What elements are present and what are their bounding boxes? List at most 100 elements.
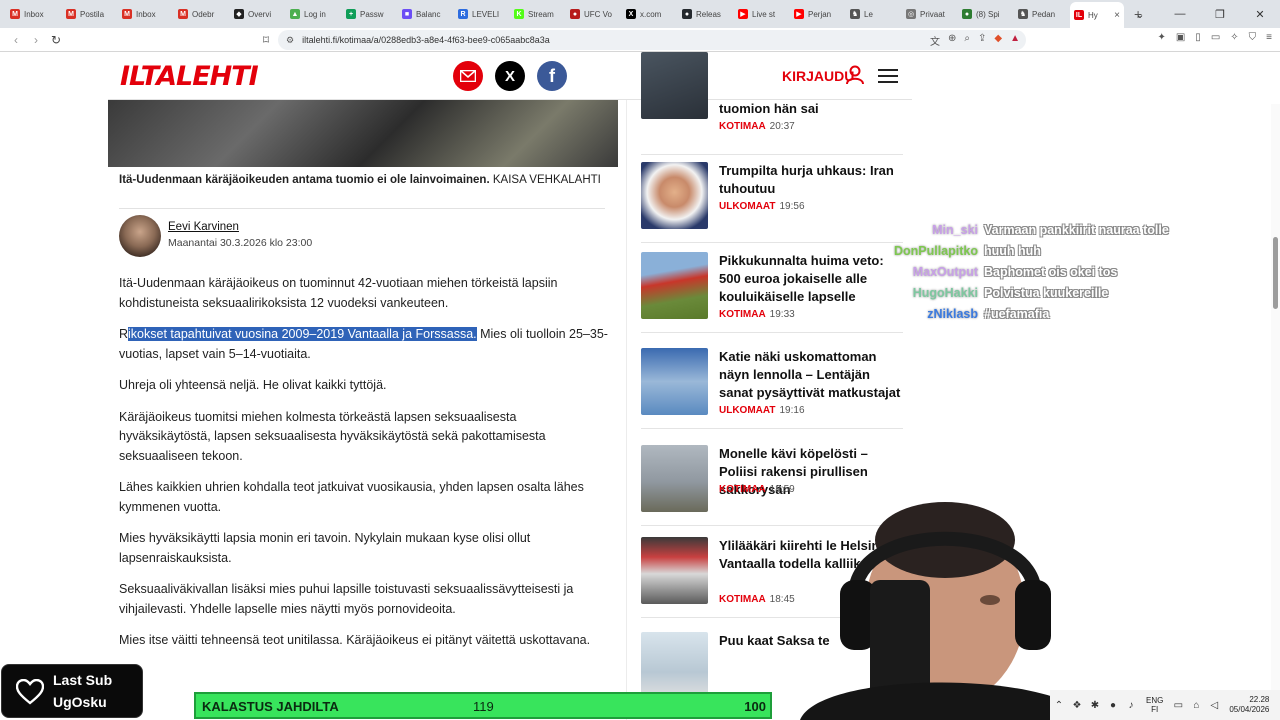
forward-icon[interactable]: › [26,33,46,47]
maximize-button[interactable]: ❐ [1200,8,1240,21]
news-thumbnail[interactable] [641,252,708,319]
browser-tab[interactable]: ● Releas [678,3,734,25]
news-category[interactable]: KOTIMAA [719,594,766,605]
wallet-icon[interactable]: ▭ [1211,32,1220,43]
tab-search-icon[interactable]: ⌄ [1120,8,1160,21]
clock[interactable]: 22.28 05/04/2026 [1229,695,1269,715]
news-category[interactable]: KOTIMAA [719,309,766,320]
chat-username: Min_ski [932,223,978,237]
news-thumbnail[interactable] [641,537,708,604]
volume-icon[interactable]: ◁ [1205,700,1223,711]
chat-message: DonPullapitko huuh huh [870,244,1270,265]
news-title[interactable]: Trumpilta hurja uhkaus: Iran tuhoutuu [719,162,903,198]
news-meta: KOTIMAA 19:33 [719,309,795,320]
site-logo[interactable]: ILTALEHTI [120,61,259,92]
news-category[interactable]: ULKOMAAT [719,405,775,416]
browser-tab[interactable]: + Passw [342,3,398,25]
bookmark-icon[interactable]: ⌑ [256,33,276,47]
facebook-share-icon[interactable]: f [537,61,567,91]
image-caption: Itä-Uudenmaan käräjäoikeuden antama tuom… [119,174,609,186]
browser-tab[interactable]: ● UFC Vo [566,3,622,25]
share-icon[interactable]: ⇪ [978,33,986,48]
news-thumbnail[interactable] [641,52,708,119]
screenshot-icon[interactable]: ▣ [1176,32,1185,43]
browser-tab[interactable]: ◎ Privaat [902,3,958,25]
news-category[interactable]: KOTIMAA [719,484,766,495]
hamburger-menu-icon[interactable] [878,69,898,83]
browser-tab[interactable]: ● (8) Spi [958,3,1014,25]
news-category[interactable]: KOTIMAA [719,121,766,132]
app-icon: ● [570,9,580,19]
url-field[interactable]: ⚙ iltalehti.fi/kotimaa/a/0288edb3-a8e4-4… [278,30,1026,50]
zoom-icon[interactable]: ⊕ [948,33,956,48]
caption-credit: KAISA VEHKALAHTI [492,174,601,186]
browser-tab[interactable]: ▶ Perjan [790,3,846,25]
microphone-icon[interactable]: ♪ [1122,700,1140,711]
scrollbar-thumb[interactable] [1273,237,1278,309]
app-icon: ■ [402,9,412,19]
tab-label: Hy [1088,10,1098,20]
vpn-icon[interactable]: ⛉ [1249,32,1257,43]
caption-text: Itä-Uudenmaan käräjäoikeuden antama tuom… [119,174,490,186]
site-info-icon[interactable]: ⚙ [286,35,294,46]
news-time: 18:59 [769,484,795,495]
news-thumbnail[interactable] [641,162,708,229]
news-title[interactable]: Katie näki uskomattoman näyn lennolla – … [719,348,903,402]
browser-tab[interactable]: ▲ Log in [286,3,342,25]
news-separator [641,428,903,429]
extensions-icon[interactable]: ✦ [1157,32,1165,43]
reload-icon[interactable]: ↻ [46,33,66,47]
minimize-button[interactable]: — [1160,8,1200,20]
dropbox-icon[interactable]: ❖ [1068,700,1086,711]
user-icon[interactable] [846,65,864,85]
email-share-icon[interactable] [453,61,483,91]
author-avatar[interactable] [119,215,161,257]
login-link[interactable]: KIRJAUDU [782,68,854,84]
language-indicator[interactable]: ENG FI [1146,696,1163,714]
goal-progress-bar: KALASTUS JAHDILTA 119 100 [194,692,772,719]
news-thumbnail[interactable] [641,348,708,415]
vpn-tray-icon[interactable]: ● [1104,700,1122,711]
news-thumbnail[interactable] [641,445,708,512]
news-title[interactable]: tuomion hän sai [719,100,903,118]
browser-tab[interactable]: ◆ Overvi [230,3,286,25]
browser-tab[interactable]: IL Hy × [1070,2,1124,28]
display-icon[interactable]: ▭ [1169,700,1187,711]
author-name[interactable]: Eevi Karvinen [168,221,239,233]
tab-label: Passw [360,9,384,19]
browser-tab[interactable]: ♞ Le [846,3,902,25]
x-share-icon[interactable]: X [495,61,525,91]
chevron-up-icon[interactable]: ⌃ [1050,700,1068,711]
back-icon[interactable]: ‹ [6,33,26,47]
browser-tab[interactable]: M Inbox [6,3,62,25]
news-thumbnail[interactable] [641,632,708,699]
browser-tab[interactable]: Xx.com [622,3,678,25]
search-page-icon[interactable]: ⌕ [964,33,970,48]
browser-tab[interactable]: ♞ Pedan [1014,3,1070,25]
x-icon: X [626,9,636,19]
column-divider [626,100,627,720]
news-separator [641,332,903,333]
menu-icon[interactable]: ≡ [1266,32,1272,43]
chat-username: DonPullapitko [893,244,978,258]
news-category[interactable]: ULKOMAAT [719,201,775,212]
rewards-icon[interactable]: ▲ [1010,33,1020,48]
brave-shield-icon[interactable]: ◆ [994,33,1002,48]
browser-tab[interactable]: M Odebr [174,3,230,25]
browser-tab[interactable]: M Inbox [118,3,174,25]
network-icon[interactable]: ⌂ [1187,700,1205,711]
streamer-webcam [800,502,1090,720]
page-scrollbar[interactable] [1271,104,1280,720]
news-separator [641,154,903,155]
chat-message: MaxOutput Baphomet ois okei tos [870,265,1270,286]
browser-tab[interactable]: M Postila [62,3,118,25]
close-window-button[interactable]: ✕ [1240,8,1280,21]
browser-tab[interactable]: ▶ Live st [734,3,790,25]
browser-tab[interactable]: ■ Balanc [398,3,454,25]
translate-icon[interactable]: 文 [930,33,940,48]
browser-tab[interactable]: K Stream [510,3,566,25]
leo-icon[interactable]: ✧ [1230,32,1238,43]
sidebar-icon[interactable]: ▯ [1195,32,1201,43]
bluetooth-icon[interactable]: ✱ [1086,700,1104,711]
browser-tab[interactable]: R LEVELI [454,3,510,25]
